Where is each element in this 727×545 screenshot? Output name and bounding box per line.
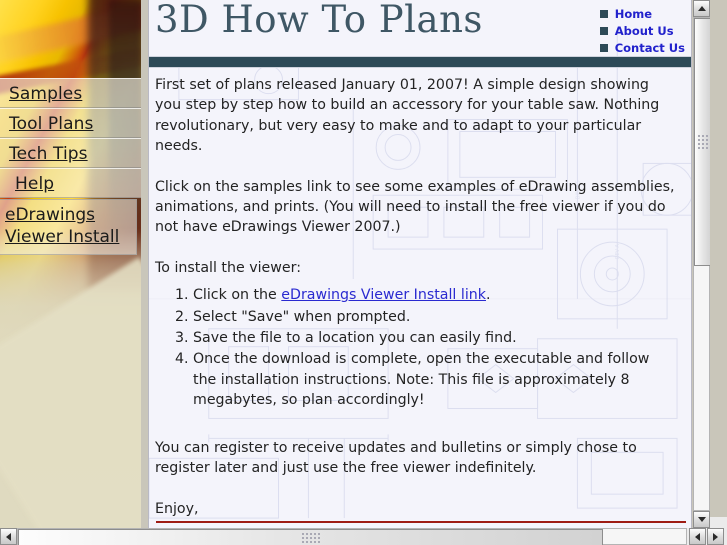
step-text: Once the download is complete, open the … [193,351,650,409]
vertical-scrollbar[interactable] [693,0,710,528]
scroll-down-arrow-icon [697,517,706,522]
page-title: 3D How To Plans [155,0,483,41]
list-item: Save the file to a location you can easi… [193,328,677,348]
horizontal-scrollbar[interactable] [0,528,727,545]
scroll-left-arrow-icon [695,532,700,541]
sidebar-feature-label-line1: eDrawings [5,205,96,225]
square-bullet-icon [599,43,608,52]
sidebar-item-samples[interactable]: Samples [0,78,141,108]
site-header: 3D How To Plans Home About Us Contact Us [149,0,691,56]
list-item: Select "Save" when prompted. [193,307,677,327]
grip-icon [697,135,708,149]
paragraph-samples: Click on the samples link to see some ex… [155,178,675,236]
paragraph-signoff: Enjoy, [155,500,199,517]
browser-viewport: Samples Tool Plans Tech Tips Help eDrawi… [0,0,727,545]
nav-item-home[interactable]: Home [599,6,685,21]
nav-link-contact-us[interactable]: Contact Us [615,41,685,55]
square-bullet-icon [599,9,608,18]
sidebar-feature-label-line2: Viewer Install [5,227,120,247]
main-content-panel: DIM 2.5 REV A SCALE 1:2 3D How To Plans … [148,0,692,528]
grip-icon [301,532,320,543]
scroll-right-button[interactable] [707,528,724,545]
scroll-up-button[interactable] [693,0,710,17]
horizontal-rule [156,521,686,523]
sidebar-item-label: Samples [9,84,83,104]
article-body: First set of plans released January 01, … [149,68,691,519]
step-text-end: . [485,287,491,304]
paragraph-register: You can register to receive updates and … [155,439,637,477]
scrollbar-corner [710,517,727,528]
nav-item-contact-us[interactable]: Contact Us [599,40,685,55]
nav-item-about-us[interactable]: About Us [599,23,685,38]
sidebar-item-help[interactable]: Help [0,168,141,198]
horizontal-scrollbar-track[interactable] [17,528,687,545]
top-navigation: Home About Us Contact Us [599,6,685,57]
nav-link-home[interactable]: Home [615,7,652,21]
scroll-up-arrow-icon [697,6,706,11]
step-text: Select "Save" when prompted. [193,308,411,325]
sidebar-nav: Samples Tool Plans Tech Tips Help [0,78,141,198]
paragraph-install-heading: To install the viewer: [155,259,301,276]
horizontal-scrollbar-thumb[interactable] [18,529,603,545]
list-item: Click on the eDrawings Viewer Install li… [193,285,677,305]
sidebar-item-tool-plans[interactable]: Tool Plans [0,108,141,138]
edrawings-viewer-install-link[interactable]: eDrawings Viewer Install link [281,287,486,303]
square-bullet-icon [599,26,608,35]
sidebar-item-label: Help [15,174,55,194]
scroll-down-button[interactable] [693,511,710,528]
page-canvas: Samples Tool Plans Tech Tips Help eDrawi… [0,0,710,528]
vertical-scrollbar-thumb[interactable] [694,18,710,266]
scroll-left-arrow-icon [6,532,11,541]
nav-link-about-us[interactable]: About Us [615,24,674,38]
step-text: Click on the [193,287,282,304]
sidebar-item-label: Tech Tips [9,144,88,164]
header-divider-bar [149,56,691,68]
vertical-scrollbar-track[interactable] [693,17,710,511]
paragraph-intro: First set of plans released January 01, … [155,77,660,155]
step-text: Save the file to a location you can easi… [193,330,517,347]
list-item: Once the download is complete, open the … [193,349,677,410]
install-steps-list: Click on the eDrawings Viewer Install li… [155,285,677,410]
sidebar-item-label: Tool Plans [9,114,94,134]
scroll-right-arrow-icon [713,532,718,541]
scroll-left-button[interactable] [0,528,17,545]
sidebar-item-tech-tips[interactable]: Tech Tips [0,138,141,168]
scroll-left-button-secondary[interactable] [689,528,706,545]
sidebar-item-edrawings-viewer-install[interactable]: eDrawings Viewer Install [0,199,137,255]
